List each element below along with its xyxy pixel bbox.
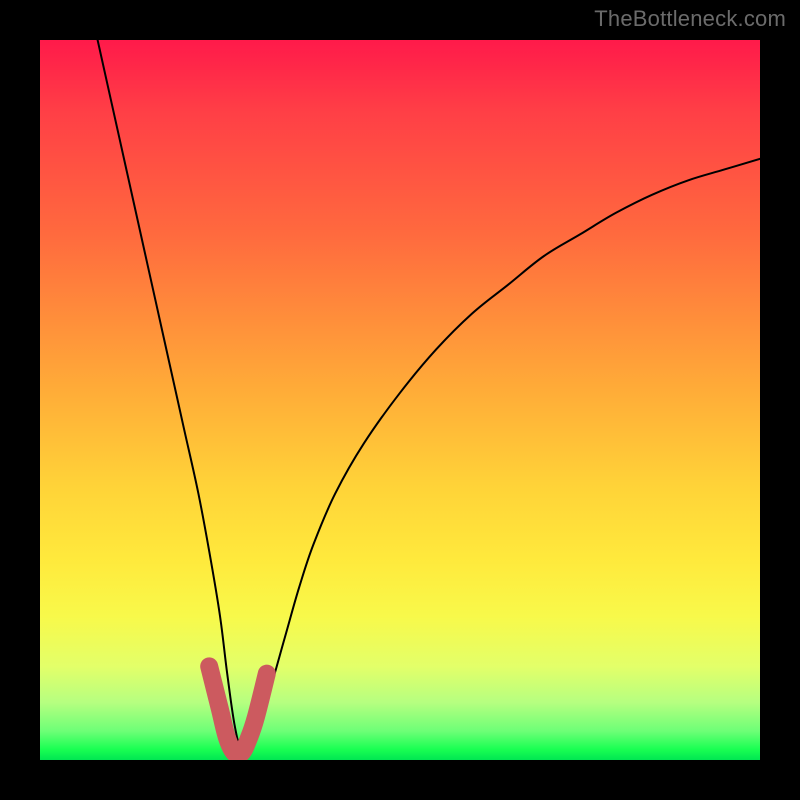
chart-frame: TheBottleneck.com	[0, 0, 800, 800]
watermark-text: TheBottleneck.com	[594, 6, 786, 32]
curve-accent	[209, 666, 267, 754]
plot-area	[40, 40, 760, 760]
curve-line	[98, 40, 760, 756]
chart-svg	[40, 40, 760, 760]
